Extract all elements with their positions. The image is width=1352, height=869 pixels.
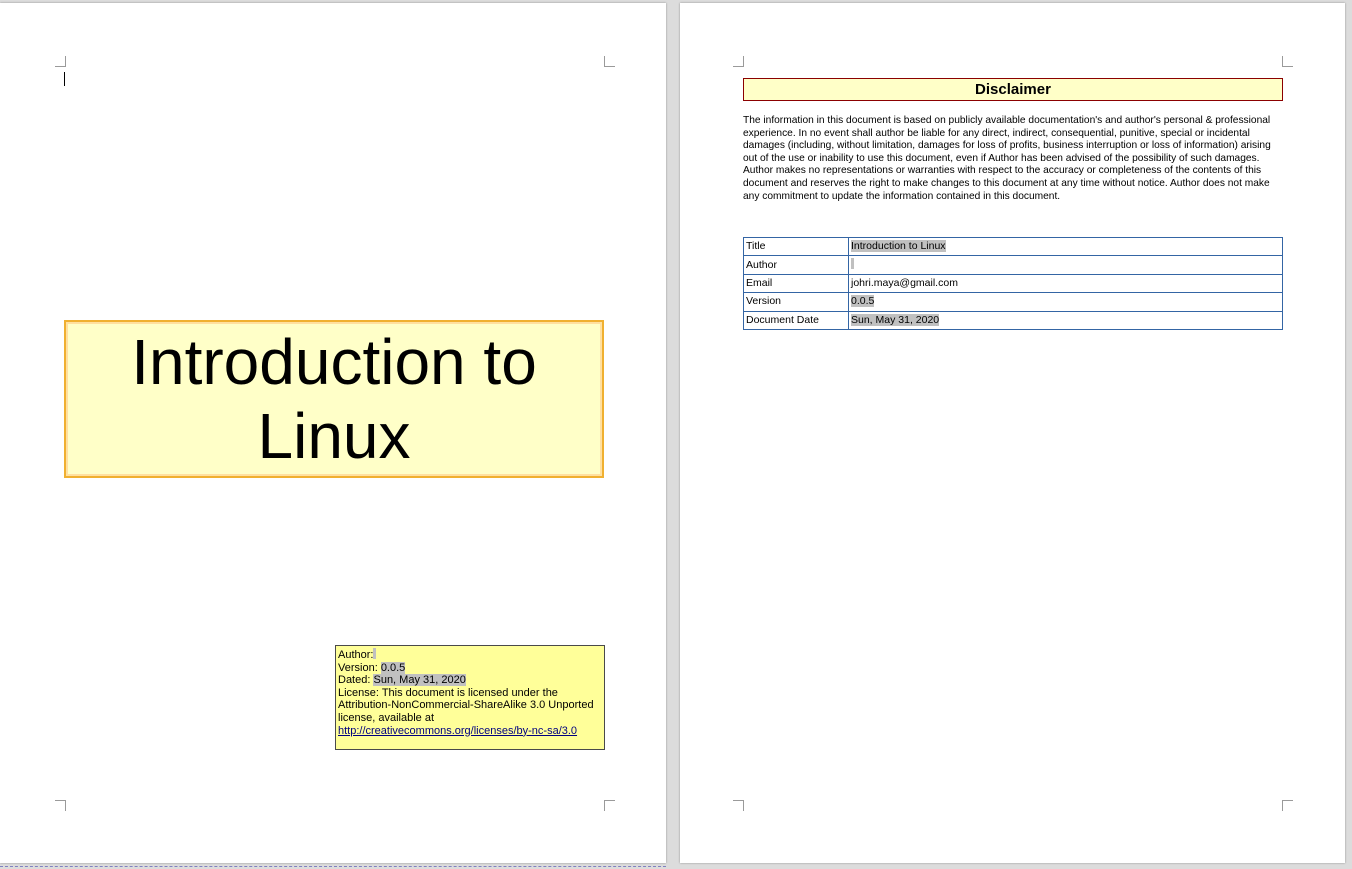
document-title[interactable]: Introduction to Linux (84, 325, 584, 473)
page-disclaimer[interactable]: Disclaimer The information in this docum… (680, 3, 1345, 863)
version-field[interactable]: 0.0.5 (851, 295, 875, 308)
table-cell-label[interactable]: Document Date (743, 310, 849, 330)
date-field[interactable]: Sun, May 31, 2020 (851, 313, 940, 326)
page-cover[interactable]: Introduction to Linux Author: Version: 0… (0, 3, 666, 863)
table-cell-label[interactable]: Version (743, 292, 849, 312)
disclaimer-paragraph[interactable]: The information in this document is base… (743, 115, 1285, 203)
table-row-author[interactable]: Author (743, 255, 1283, 275)
license-link[interactable]: http://creativecommons.org/licenses/by-n… (338, 725, 577, 737)
info-frame[interactable]: Author: Version: 0.0.5 Dated: Sun, May 3… (335, 645, 605, 750)
document-workspace[interactable]: Introduction to Linux Author: Version: 0… (0, 0, 1352, 869)
author-line[interactable]: Author: (338, 648, 603, 662)
dated-line[interactable]: Dated: Sun, May 31, 2020 (338, 674, 603, 687)
crop-mark-top-right (1282, 56, 1293, 67)
title-field[interactable]: Introduction to Linux (851, 240, 946, 253)
crop-mark-top-left (55, 56, 66, 67)
version-line[interactable]: Version: 0.0.5 (338, 661, 603, 675)
table-row-title[interactable]: Title Introduction to Linux (743, 236, 1283, 257)
crop-mark-top-right (604, 56, 615, 67)
license-text: License: This document is licensed under… (338, 686, 594, 724)
date-field[interactable]: Sun, May 31, 2020 (373, 674, 466, 687)
author-field[interactable] (373, 648, 377, 659)
disclaimer-heading[interactable]: Disclaimer (743, 78, 1283, 101)
dated-label: Dated: (338, 674, 371, 687)
crop-mark-bottom-right (1282, 800, 1293, 811)
table-cell-value[interactable] (848, 255, 1283, 275)
crop-mark-bottom-left (733, 800, 744, 811)
table-cell-value[interactable]: Sun, May 31, 2020 (848, 310, 1283, 330)
version-field[interactable]: 0.0.5 (380, 661, 406, 674)
version-label: Version: (338, 661, 378, 674)
table-cell-value[interactable]: johri.maya@gmail.com (848, 273, 1283, 294)
table-row-version[interactable]: Version 0.0.5 (743, 292, 1283, 312)
title-frame[interactable]: Introduction to Linux (64, 320, 604, 478)
table-cell-label[interactable]: Title (743, 236, 849, 257)
table-cell-label[interactable]: Email (743, 273, 849, 294)
author-label: Author: (338, 649, 374, 661)
document-info-table[interactable]: Title Introduction to Linux Author Email… (743, 236, 1283, 330)
text-cursor (64, 72, 65, 86)
crop-mark-bottom-left (55, 800, 66, 811)
crop-mark-top-left (733, 56, 744, 67)
table-cell-value[interactable]: Introduction to Linux (848, 236, 1283, 257)
page-boundary-line (0, 866, 666, 867)
table-row-date[interactable]: Document Date Sun, May 31, 2020 (743, 310, 1283, 330)
table-cell-value[interactable]: 0.0.5 (848, 292, 1283, 312)
crop-mark-bottom-right (604, 800, 615, 811)
table-cell-label[interactable]: Author (743, 255, 849, 275)
table-row-email[interactable]: Email johri.maya@gmail.com (743, 273, 1283, 294)
author-field[interactable] (851, 257, 854, 269)
